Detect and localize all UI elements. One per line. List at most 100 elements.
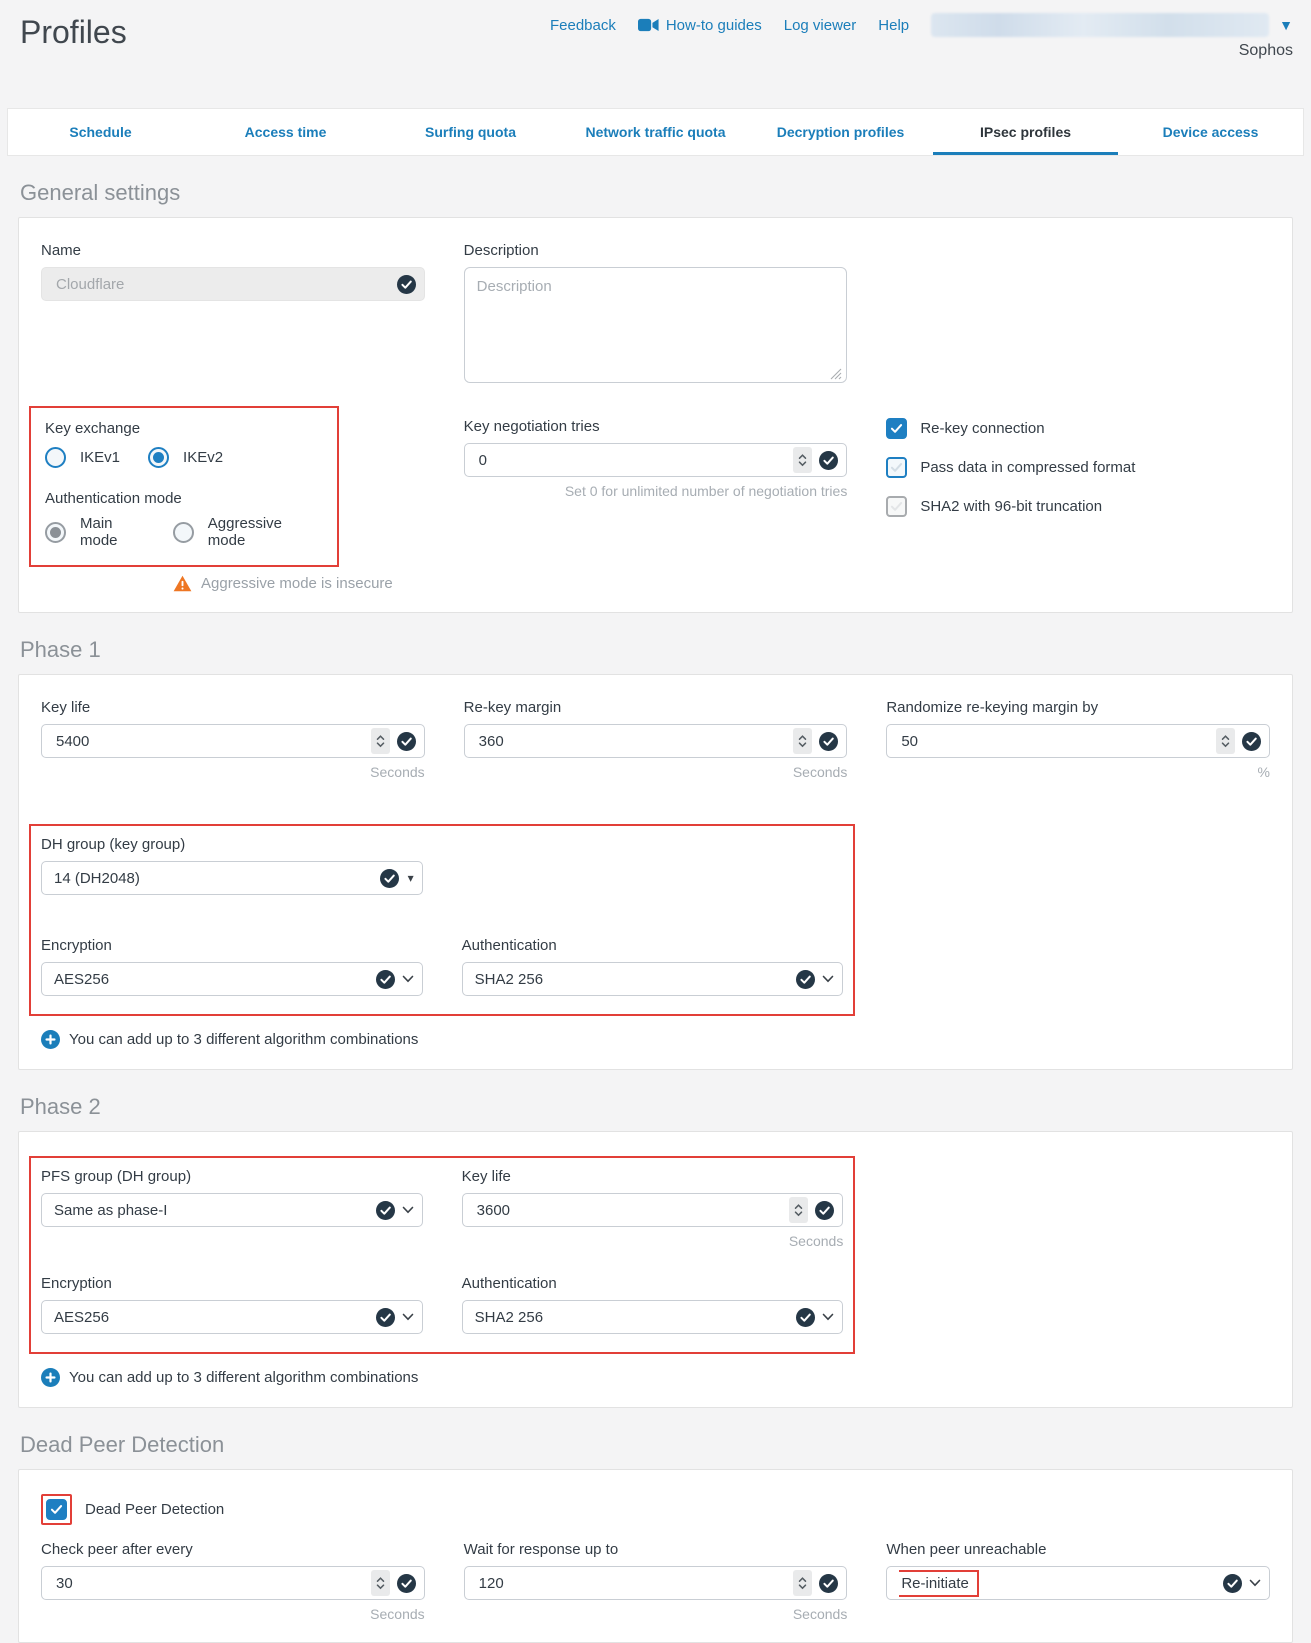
p2-pfs-group-label: PFS group (DH group) <box>41 1168 423 1185</box>
description-field-group: Description <box>464 242 848 388</box>
account-menu[interactable] <box>931 13 1269 37</box>
plus-circle-icon[interactable] <box>41 1030 60 1049</box>
p1-randomize-group: Randomize re-keying margin by % <box>886 699 1270 780</box>
tab-ipsec-profiles[interactable]: IPsec profiles <box>933 109 1118 155</box>
general-options-group: Re-key connection Pass data in compresse… <box>886 406 1270 592</box>
video-camera-icon <box>638 18 659 32</box>
p2-key-life-stepper[interactable] <box>789 1197 808 1223</box>
key-negotiation-group: Key negotiation tries Set 0 for unlimite… <box>464 406 848 592</box>
p1-key-life-group: Key life Seconds <box>41 699 425 780</box>
howto-guides-link[interactable]: How-to guides <box>638 17 762 34</box>
phase1-title: Phase 1 <box>20 637 1291 663</box>
valid-check-icon <box>796 1308 815 1327</box>
p1-dh-group-select[interactable]: 14 (DH2048) ▾ <box>41 861 423 895</box>
p1-randomize-input[interactable] <box>899 732 1209 751</box>
p2-key-life-input[interactable] <box>475 1201 783 1220</box>
radio-ikev1[interactable] <box>45 447 66 468</box>
p1-authentication-label: Authentication <box>462 937 844 954</box>
name-label: Name <box>41 242 425 259</box>
tab-network-traffic-quota[interactable]: Network traffic quota <box>563 109 748 155</box>
dpd-when-unreachable-value: Re-initiate <box>899 1570 979 1597</box>
p2-pfs-group-value: Same as phase-I <box>54 1202 369 1219</box>
help-link[interactable]: Help <box>878 17 909 34</box>
p1-randomize-stepper[interactable] <box>1216 728 1235 754</box>
chevron-down-icon <box>402 1206 414 1214</box>
brand-label: Sophos <box>1239 42 1293 60</box>
key-exchange-label: Key exchange <box>45 420 323 437</box>
dpd-when-unreachable-select[interactable]: Re-initiate <box>886 1566 1270 1600</box>
tab-access-time[interactable]: Access time <box>193 109 378 155</box>
p2-authentication-select[interactable]: SHA2 256 <box>462 1300 844 1334</box>
p2-encryption-select[interactable]: AES256 <box>41 1300 423 1334</box>
caret-down-icon[interactable]: ▾ <box>408 871 414 885</box>
p1-randomize-label: Randomize re-keying margin by <box>886 699 1270 716</box>
p1-key-life-stepper[interactable] <box>371 728 390 754</box>
p2-pfs-group: PFS group (DH group) Same as phase-I <box>41 1168 423 1249</box>
sha2-truncation-checkbox[interactable] <box>886 496 907 517</box>
rekey-connection-label: Re-key connection <box>920 420 1044 437</box>
feedback-label: Feedback <box>550 17 616 34</box>
p2-pfs-group-select[interactable]: Same as phase-I <box>41 1193 423 1227</box>
dpd-checkbox-highlight-box <box>41 1494 72 1525</box>
valid-check-icon <box>376 1308 395 1327</box>
header-links: Feedback How-to guides Log viewer Help ▼ <box>550 13 1293 37</box>
p1-authentication-select[interactable]: SHA2 256 <box>462 962 844 996</box>
feedback-link[interactable]: Feedback <box>550 17 616 34</box>
chevron-down-icon <box>822 975 834 983</box>
p1-encryption-group: Encryption AES256 <box>41 937 423 996</box>
warning-text: Aggressive mode is insecure <box>201 575 393 592</box>
auth-mode-options: Main mode Aggressive mode <box>45 515 323 549</box>
profiles-tabbar: Schedule Access time Surfing quota Netwo… <box>7 108 1304 156</box>
rekey-connection-checkbox[interactable] <box>886 418 907 439</box>
p1-encryption-value: AES256 <box>54 971 369 988</box>
description-input[interactable] <box>464 267 848 383</box>
radio-main-mode <box>45 522 66 543</box>
p1-encryption-select[interactable]: AES256 <box>41 962 423 996</box>
key-negotiation-label: Key negotiation tries <box>464 418 848 435</box>
key-exchange-options: IKEv1 IKEv2 <box>45 447 323 468</box>
general-settings-card: Name Description <box>18 217 1293 613</box>
p1-algorithms-highlight-box: DH group (key group) 14 (DH2048) ▾ Encry… <box>29 824 855 1016</box>
dpd-wait-response-unit: Seconds <box>464 1606 848 1622</box>
radio-aggressive-mode-label: Aggressive mode <box>208 515 309 549</box>
p2-add-combination[interactable]: You can add up to 3 different algorithm … <box>41 1368 1270 1387</box>
valid-check-icon <box>376 1201 395 1220</box>
p2-encryption-label: Encryption <box>41 1275 423 1292</box>
dpd-check-peer-input[interactable] <box>54 1574 364 1593</box>
chevron-down-icon <box>402 1313 414 1321</box>
radio-ikev2[interactable] <box>148 447 169 468</box>
valid-check-icon <box>819 732 838 751</box>
dpd-wait-response-stepper[interactable] <box>793 1570 812 1596</box>
p1-key-life-input[interactable] <box>54 732 364 751</box>
check-icon <box>890 423 903 434</box>
p1-rekey-margin-stepper[interactable] <box>793 728 812 754</box>
tab-device-access[interactable]: Device access <box>1118 109 1303 155</box>
p2-encryption-group: Encryption AES256 <box>41 1275 423 1334</box>
dpd-wait-response-input[interactable] <box>477 1574 787 1593</box>
plus-circle-icon[interactable] <box>41 1368 60 1387</box>
name-input-wrap <box>41 267 425 301</box>
check-icon <box>890 462 903 473</box>
p1-key-life-input-wrap <box>41 724 425 758</box>
help-label: Help <box>878 17 909 34</box>
log-viewer-label: Log viewer <box>784 17 857 34</box>
compressed-format-checkbox[interactable] <box>886 457 907 478</box>
dpd-wait-response-label: Wait for response up to <box>464 1541 848 1558</box>
p1-add-combination[interactable]: You can add up to 3 different algorithm … <box>41 1030 1270 1049</box>
valid-check-icon <box>380 869 399 888</box>
key-negotiation-input[interactable] <box>477 451 787 470</box>
main-content: General settings Name Description <box>18 180 1293 1643</box>
log-viewer-link[interactable]: Log viewer <box>784 17 857 34</box>
name-field-group: Name <box>41 242 425 388</box>
p2-key-life-input-wrap <box>462 1193 844 1227</box>
tab-schedule[interactable]: Schedule <box>8 109 193 155</box>
p1-dh-group-value: 14 (DH2048) <box>54 870 373 887</box>
p1-rekey-margin-input[interactable] <box>477 732 787 751</box>
dpd-check-peer-stepper[interactable] <box>371 1570 390 1596</box>
account-caret-icon[interactable]: ▼ <box>1279 17 1293 33</box>
auth-mode-label: Authentication mode <box>45 490 323 507</box>
tab-decryption-profiles[interactable]: Decryption profiles <box>748 109 933 155</box>
key-negotiation-stepper[interactable] <box>793 447 812 473</box>
tab-surfing-quota[interactable]: Surfing quota <box>378 109 563 155</box>
dpd-enable-checkbox[interactable] <box>46 1499 67 1520</box>
